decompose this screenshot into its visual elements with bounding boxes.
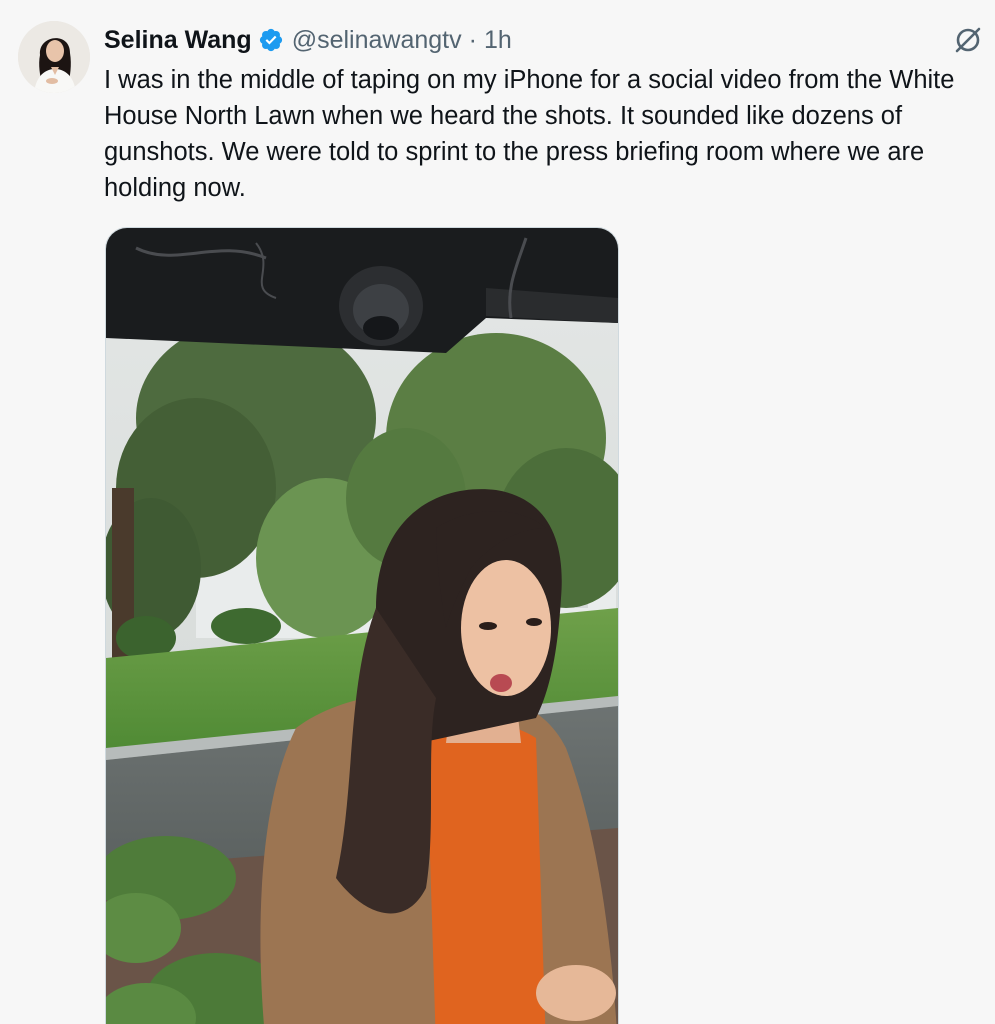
tweet[interactable]: Selina Wang @selinawangtv · 1h I was in … — [0, 0, 995, 1024]
timestamp[interactable]: 1h — [484, 26, 512, 55]
verified-badge-icon[interactable] — [258, 27, 284, 53]
avatar[interactable] — [18, 21, 90, 93]
separator-dot: · — [468, 25, 477, 54]
tweet-text: I was in the middle of taping on my iPho… — [104, 66, 955, 202]
grok-icon[interactable] — [950, 22, 986, 58]
author-handle[interactable]: @selinawangtv — [292, 26, 462, 55]
video-frame — [106, 228, 618, 1024]
display-name[interactable]: Selina Wang — [104, 26, 252, 55]
tweet-header: Selina Wang @selinawangtv · 1h — [104, 20, 512, 60]
avatar-image — [18, 21, 90, 93]
tweet-video[interactable] — [105, 227, 619, 1024]
